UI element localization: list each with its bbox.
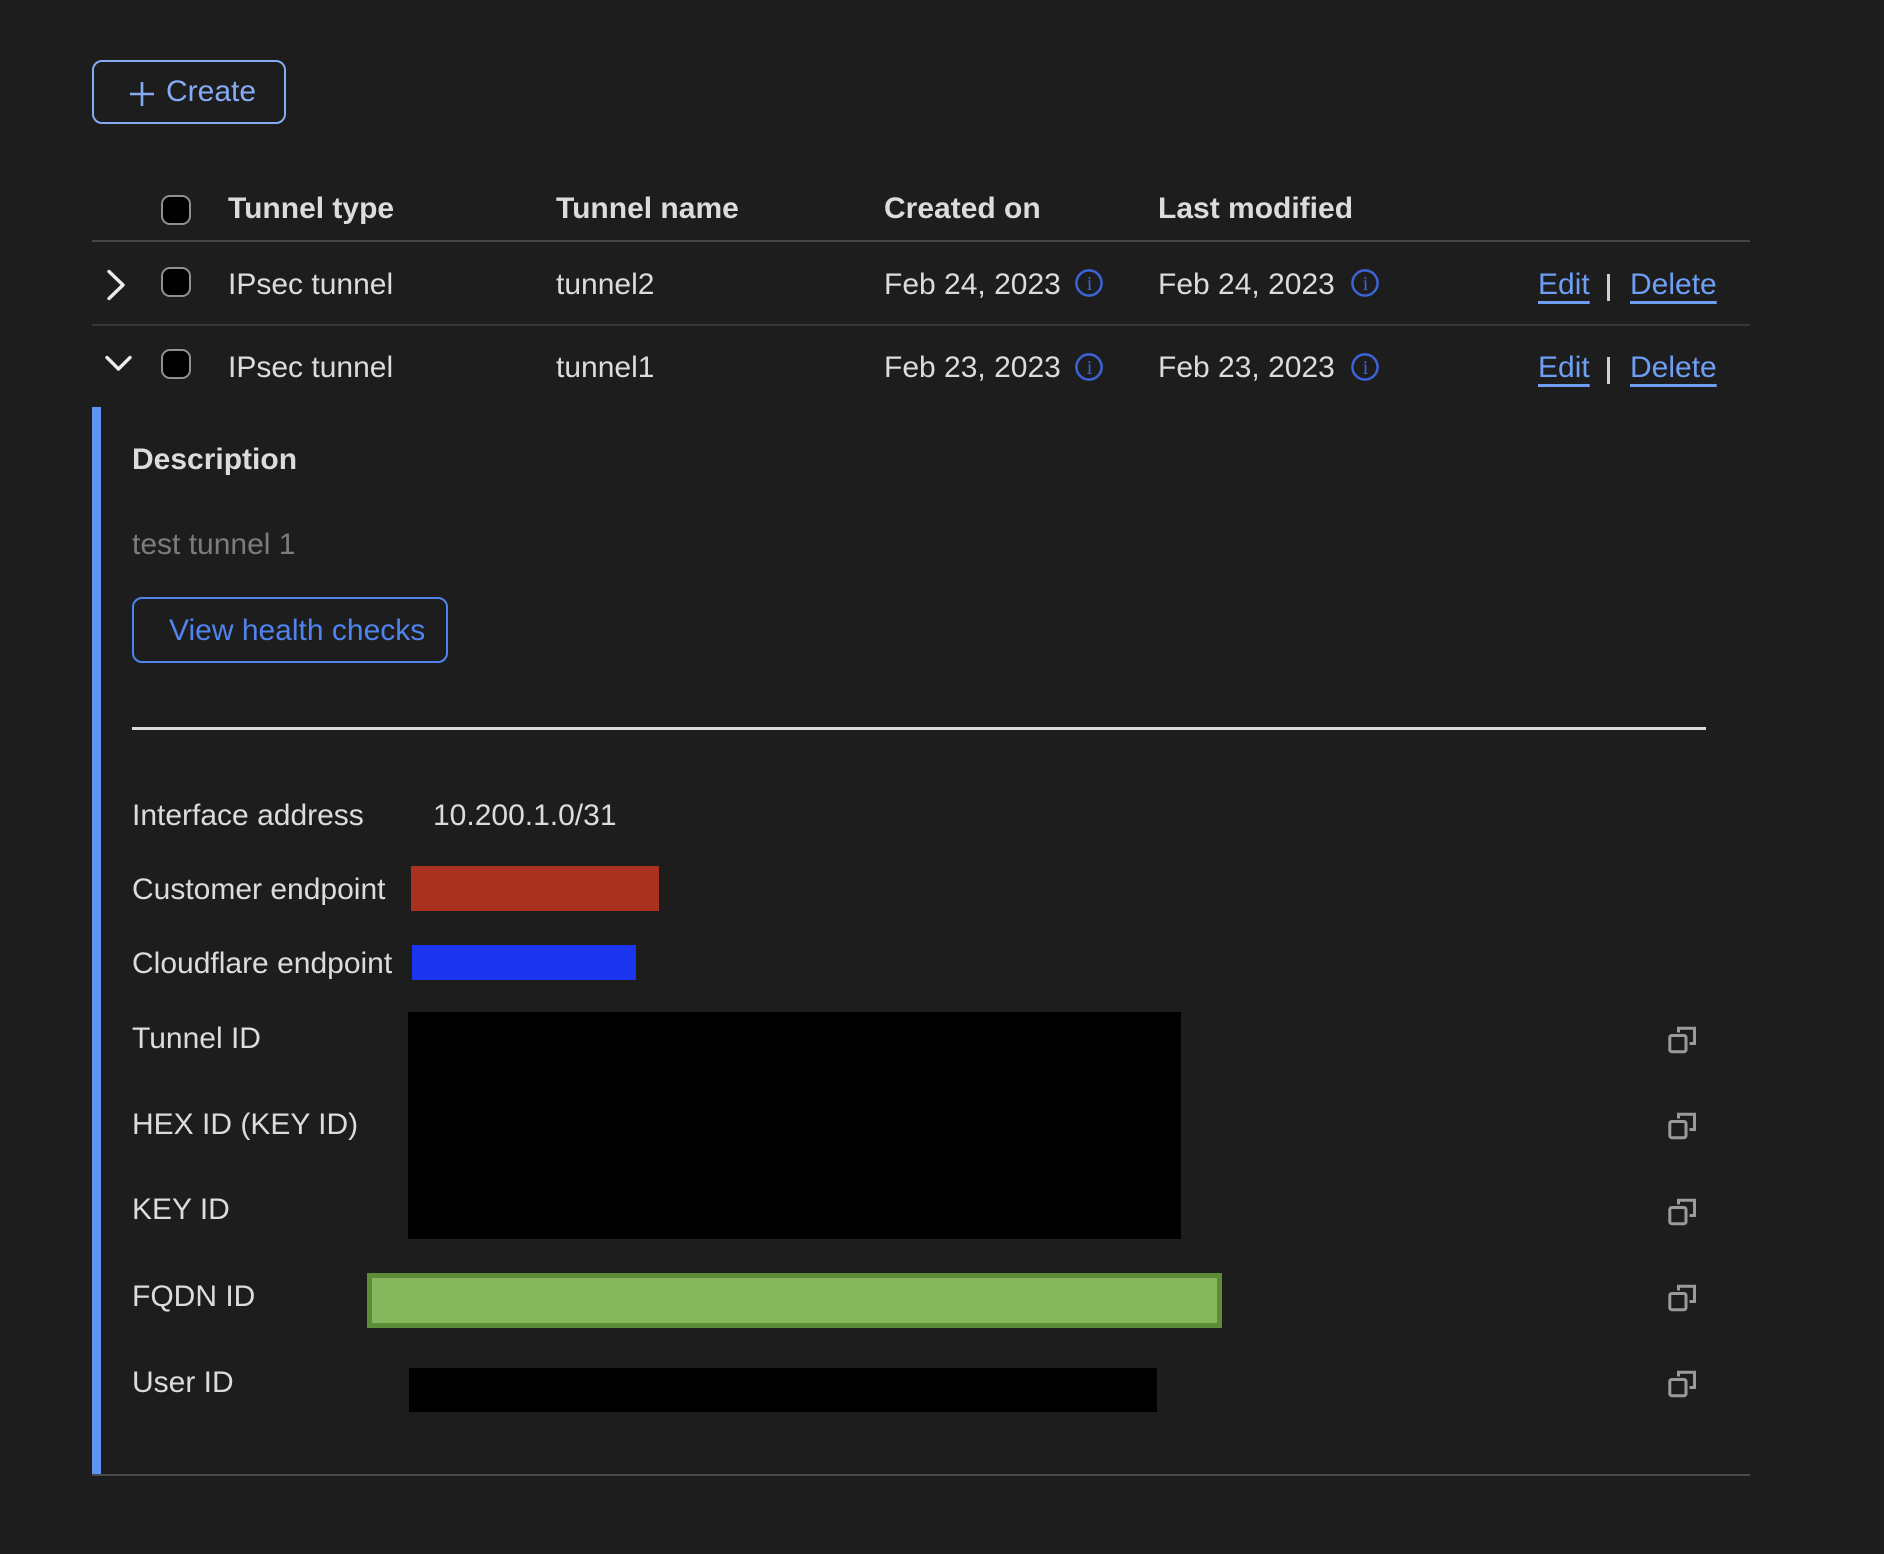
svg-text:i: i [1363, 357, 1369, 379]
svg-text:i: i [1363, 273, 1369, 295]
svg-text:i: i [1087, 357, 1093, 379]
svg-text:i: i [1087, 273, 1093, 295]
